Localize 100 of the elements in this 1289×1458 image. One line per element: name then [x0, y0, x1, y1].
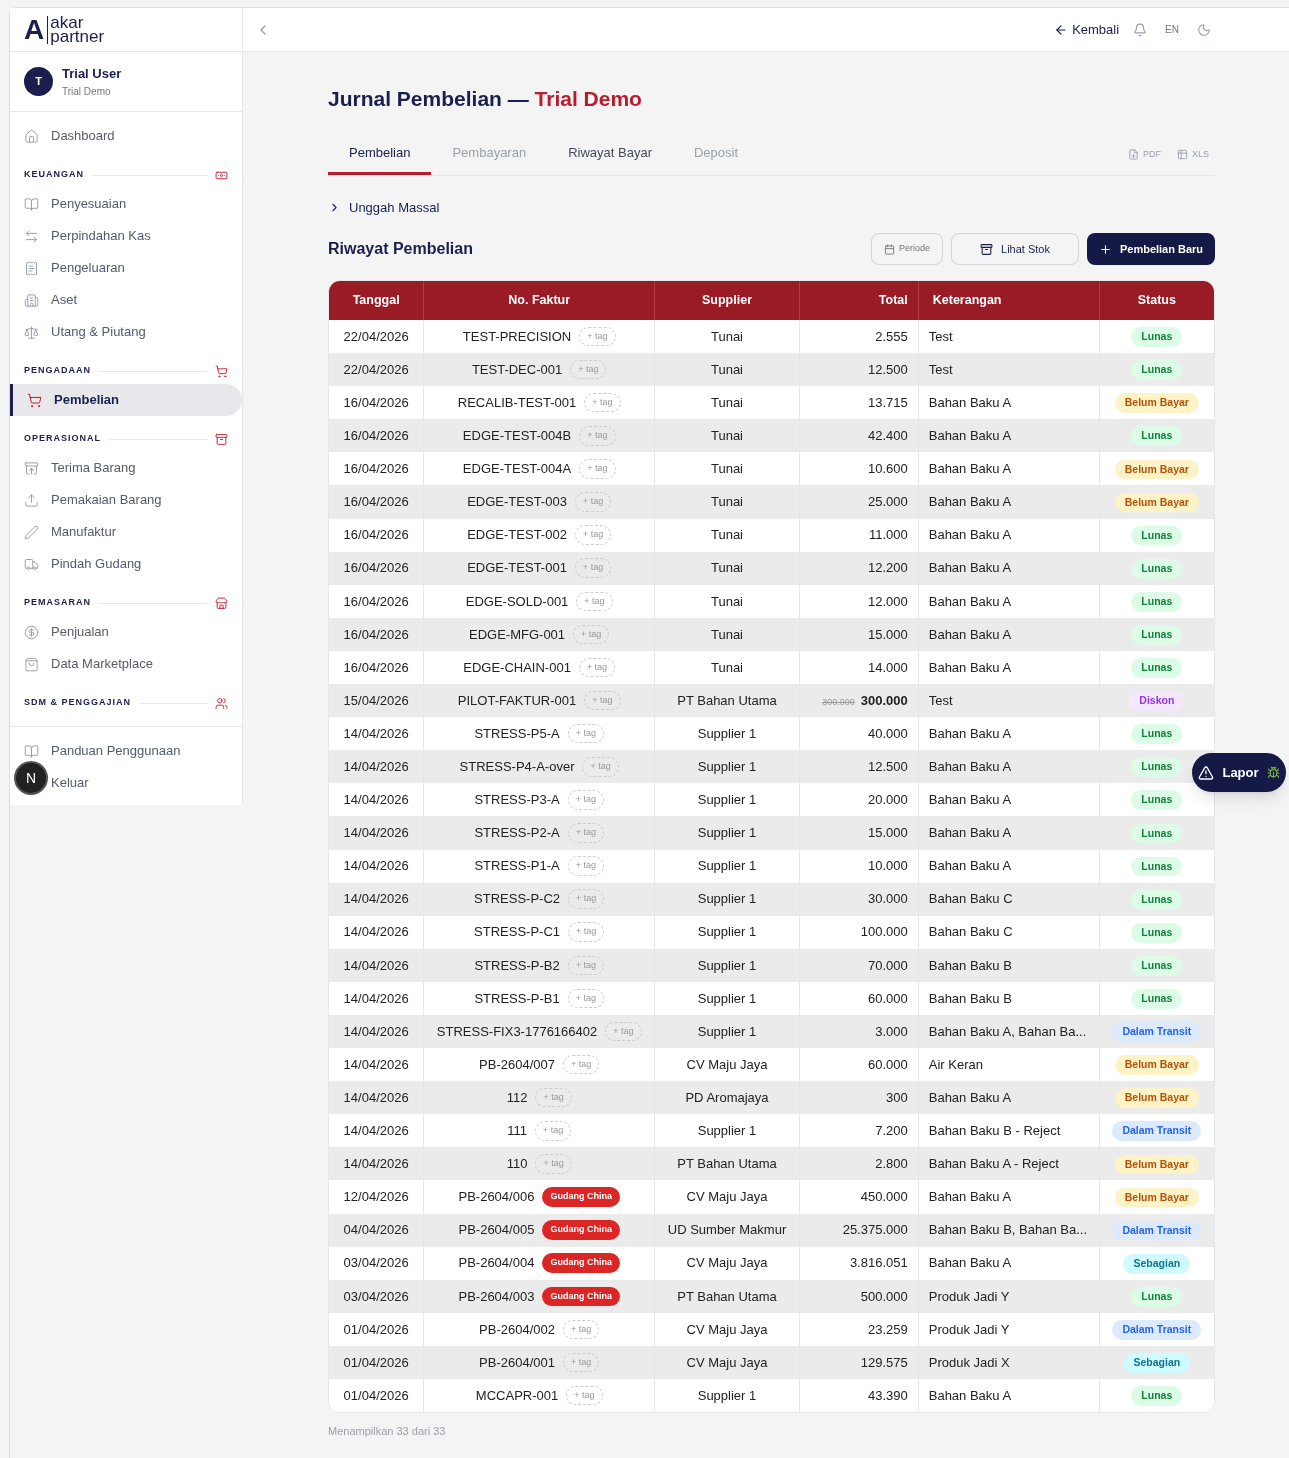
table-cell: Tunai: [654, 551, 800, 585]
menu-icon: [24, 743, 39, 759]
table-cell: Bahan Baku C: [918, 882, 1100, 916]
status-badge: Lunas: [1131, 426, 1183, 447]
sidebar-item[interactable]: Penyesuaian: [10, 188, 242, 220]
invoice-number: MCCAPR-001: [475, 1386, 559, 1405]
table-cell: Bahan Baku A: [918, 849, 1100, 883]
sidebar-item[interactable]: Terima Barang: [10, 452, 242, 484]
period-button[interactable]: Periode: [870, 233, 943, 265]
language-toggle[interactable]: EN: [1161, 22, 1183, 37]
total-amount: 2.555: [875, 328, 908, 344]
table-cell: Supplier 1: [654, 816, 800, 850]
box-icon: [980, 242, 994, 256]
user-avatar: T: [24, 67, 53, 96]
bulk-upload-toggle[interactable]: Unggah Massal: [328, 197, 440, 217]
table-cell: 04/04/2026: [329, 1213, 424, 1247]
dev-badge[interactable]: N: [14, 761, 48, 795]
invoice-number: EDGE-TEST-002: [467, 526, 567, 545]
status-badge: Belum Bayar: [1114, 1088, 1199, 1109]
table-cell: Supplier 1: [654, 915, 800, 949]
table-cell: Tunai: [654, 485, 800, 519]
user-name: Trial User: [62, 65, 122, 84]
sidebar-item[interactable]: Dashboard: [10, 120, 242, 152]
status-badge: Lunas: [1131, 724, 1183, 745]
warehouse-tag: Gudang China: [542, 1286, 620, 1306]
status-badge: Dalam Transit: [1112, 1220, 1202, 1241]
sidebar-item[interactable]: Penjualan: [10, 616, 242, 648]
logo-text: partner: [50, 29, 105, 44]
table-cell: Bahan Baku A: [918, 617, 1100, 651]
export-button[interactable]: PDF: [1128, 147, 1161, 162]
table-cell: Bahan Baku A: [918, 485, 1100, 519]
tab[interactable]: Riwayat Bayar: [547, 134, 673, 175]
total-amount: 7.200: [875, 1123, 908, 1139]
sidebar-item[interactable]: Pembelian: [10, 384, 242, 416]
section-heading: PEMASARAN: [24, 596, 91, 610]
sidebar-item[interactable]: Data Marketplace: [10, 648, 242, 680]
invoice-number: TEST-PRECISION: [462, 327, 572, 346]
menu-icon: [24, 524, 39, 540]
table-cell: 01/04/2026: [329, 1312, 424, 1346]
status-badge: Dalam Transit: [1112, 1022, 1202, 1042]
table-cell: 14/04/2026: [329, 849, 424, 883]
sidebar-item[interactable]: Perpindahan Kas: [10, 220, 242, 252]
table-cell: CV Maju Jaya: [654, 1246, 800, 1280]
stock-button[interactable]: Lihat Stok: [951, 233, 1079, 265]
sidebar-item[interactable]: Utang & Piutang: [10, 316, 242, 348]
report-button[interactable]: Lapor: [1192, 753, 1286, 792]
status-badge: Lunas: [1131, 525, 1183, 546]
table-icon: [1177, 149, 1188, 160]
table-cell: 16/04/2026: [329, 485, 424, 519]
tab[interactable]: Pembelian: [328, 134, 432, 175]
invoice-number: EDGE-SOLD-001: [465, 592, 569, 611]
user-org: Trial Demo: [62, 84, 112, 99]
sidebar-item[interactable]: Pemakaian Barang: [10, 484, 242, 516]
menu-icon: [24, 492, 39, 508]
table-cell: Tunai: [654, 617, 800, 651]
sidebar-item[interactable]: Manufaktur: [10, 516, 242, 548]
back-link[interactable]: Kembali: [1054, 19, 1120, 40]
notification-icon[interactable]: [1133, 22, 1148, 37]
total-amount: 12.500: [867, 759, 908, 774]
table-cell: Bahan Baku A: [918, 1246, 1100, 1280]
status-badge: Lunas: [1131, 327, 1183, 347]
table-cell: Bahan Baku C: [918, 915, 1100, 949]
table-cell: Bahan Baku B: [918, 948, 1100, 982]
status-badge: Lunas: [1131, 1286, 1183, 1307]
total-amount: 42.400: [867, 428, 908, 444]
calendar-icon: [883, 243, 895, 255]
status-badge: Lunas: [1131, 823, 1183, 844]
table-cell: CV Maju Jaya: [654, 1312, 800, 1346]
invoice-number: 111: [507, 1122, 527, 1141]
total-amount: 25.375.000: [842, 1222, 908, 1238]
sidebar-item[interactable]: Pindah Gudang: [10, 548, 242, 580]
invoice-number: EDGE-CHAIN-001: [463, 658, 571, 677]
invoice-number: PB-2604/006: [458, 1188, 535, 1207]
page-title: Jurnal Pembelian — Trial Demo: [328, 86, 643, 112]
status-badge: Lunas: [1131, 658, 1183, 678]
section-heading: SDM & PENGGAJIAN: [24, 696, 131, 710]
total-amount: 15.000: [867, 825, 908, 841]
sidebar-item[interactable]: Pengeluaran: [10, 252, 242, 284]
section-icon: [215, 364, 228, 378]
invoice-number: STRESS-P-B2: [474, 956, 560, 975]
menu-icon: [24, 556, 39, 572]
total-amount: 3.816.051: [849, 1255, 908, 1271]
total-amount: 30.000: [867, 891, 908, 907]
invoice-number: 110: [506, 1155, 528, 1174]
total-amount: 129.575: [860, 1354, 908, 1370]
new-purchase-button[interactable]: Pembelian Baru: [1087, 233, 1215, 265]
invoice-number: PILOT-FAKTUR-001: [457, 691, 577, 710]
invoice-number: EDGE-TEST-004A: [462, 460, 572, 479]
menu-icon: [24, 292, 39, 308]
dark-mode-icon[interactable]: [1197, 22, 1211, 37]
status-badge: Sebagian: [1123, 1253, 1191, 1274]
sidebar-item[interactable]: Aset: [10, 284, 242, 316]
invoice-number: STRESS-P3-A: [474, 791, 560, 810]
status-badge: Belum Bayar: [1114, 492, 1199, 513]
status-badge: Lunas: [1131, 757, 1183, 778]
invoice-number: 112: [506, 1088, 528, 1107]
table-cell: 12/04/2026: [329, 1180, 424, 1214]
invoice-number: STRESS-FIX3-1776166402: [436, 1022, 598, 1041]
total-amount: 12.000: [867, 593, 908, 609]
export-button[interactable]: XLS: [1177, 147, 1209, 162]
